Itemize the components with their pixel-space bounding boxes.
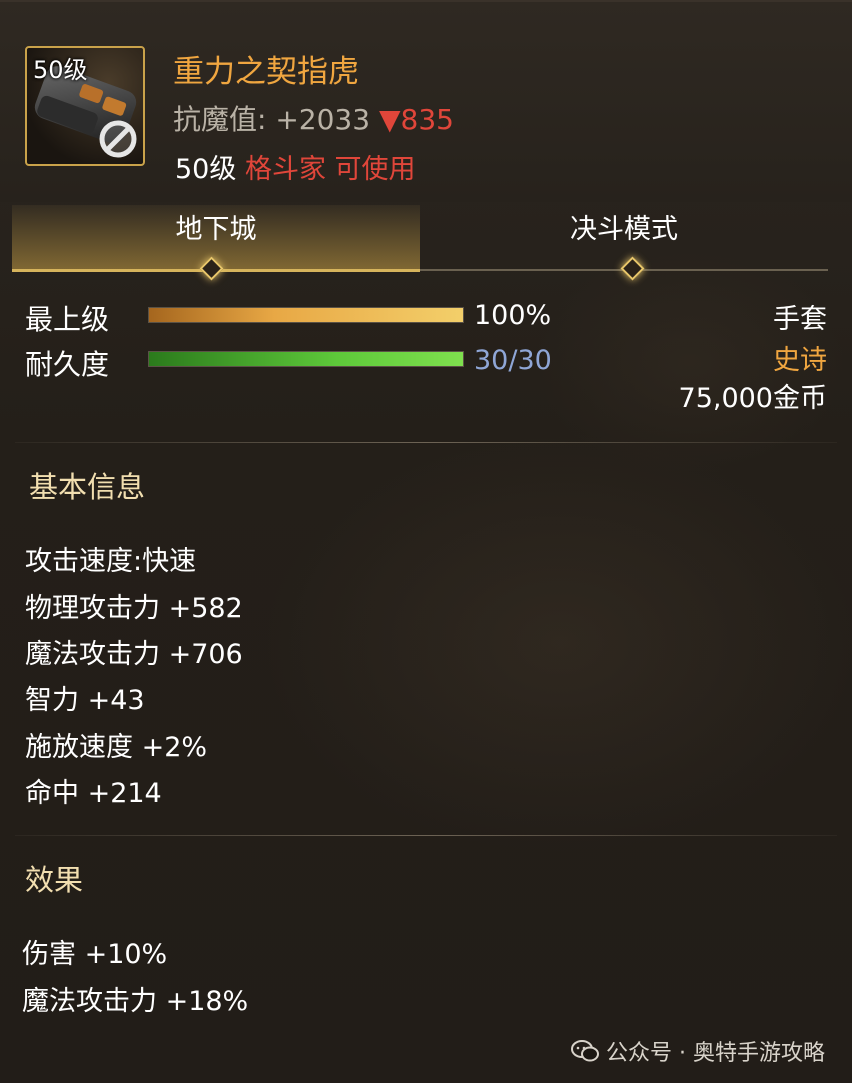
stat-magic-attack: 魔法攻击力 +706 — [25, 639, 243, 670]
divider — [15, 835, 837, 836]
stat-physical-attack: 物理攻击力 +582 — [25, 593, 243, 624]
requirement-line: 50级 格斗家 可使用 — [175, 147, 416, 186]
item-icon-level: 50级 — [33, 56, 88, 84]
required-class: 格斗家 可使用 — [244, 154, 416, 185]
wechat-icon — [571, 1040, 600, 1062]
stat-cast-speed: 施放速度 +2% — [25, 732, 208, 763]
durability-label: 耐久度 — [25, 348, 110, 381]
divider — [15, 442, 837, 443]
durability-bar — [148, 351, 464, 367]
magic-defense-line: 抗魔值: +2033 ▼835 — [173, 98, 454, 138]
stat-attack-speed: 攻击速度:快速 — [25, 546, 197, 577]
mode-tabs: 地下城 决斗模式 — [12, 205, 832, 281]
item-icon-frame: 50级 — [25, 46, 145, 166]
tab-duel-mode[interactable]: 决斗模式 — [420, 205, 828, 271]
prohibited-icon — [99, 120, 137, 158]
magic-defense-value: +2033 — [275, 103, 371, 136]
magic-defense-change: ▼835 — [378, 103, 454, 136]
required-level: 50级 — [175, 154, 237, 185]
item-name: 重力之契指虎 — [173, 54, 359, 90]
effect-damage: 伤害 +10% — [22, 939, 168, 970]
watermark: 公众号 · 奥特手游攻略 — [570, 1035, 825, 1067]
magic-defense-label: 抗魔值: — [173, 103, 267, 136]
grade-value: 100% — [474, 300, 552, 331]
stat-intelligence: 智力 +43 — [25, 685, 145, 716]
item-rarity: 史诗 — [773, 345, 827, 376]
item-type: 手套 — [773, 304, 827, 335]
watermark-text: 公众号 · 奥特手游攻略 — [606, 1041, 825, 1066]
grade-bar-fill — [149, 308, 463, 322]
grade-bar — [148, 307, 464, 323]
item-tooltip-panel: 50级 重力之契指虎 抗魔值: +2033 ▼835 50级 格斗家 可使用 地… — [0, 0, 852, 1083]
item-price: 75,000金币 — [678, 383, 827, 414]
durability-value: 30/30 — [474, 345, 552, 376]
basic-info-title: 基本信息 — [29, 470, 146, 504]
effects-title: 效果 — [25, 863, 84, 897]
durability-bar-fill — [149, 352, 463, 366]
effect-magic-attack: 魔法攻击力 +18% — [22, 986, 249, 1017]
stat-hit: 命中 +214 — [25, 778, 162, 809]
grade-label: 最上级 — [25, 303, 110, 336]
